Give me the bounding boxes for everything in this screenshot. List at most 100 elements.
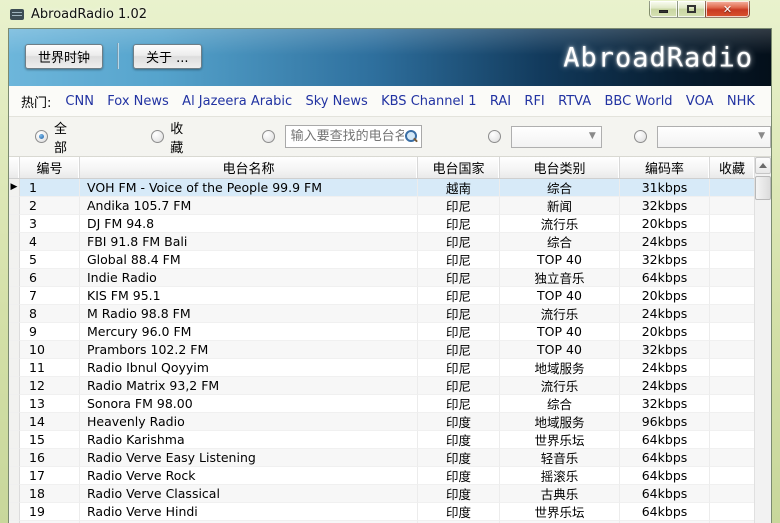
scrollbar-thumb[interactable] xyxy=(755,176,771,200)
maximize-button[interactable] xyxy=(678,1,705,18)
cell-category[interactable]: 综合 xyxy=(500,233,620,251)
table-row[interactable]: 10 Prambors 102.2 FM 印尼 TOP 40 32kbps xyxy=(9,341,754,359)
cell-country[interactable]: 印度 xyxy=(418,503,500,521)
row-selector-cell[interactable] xyxy=(9,323,20,341)
cell-favorite[interactable] xyxy=(710,269,754,287)
cell-country[interactable]: 印尼 xyxy=(418,323,500,341)
radio-category-filter[interactable] xyxy=(633,130,647,143)
cell-id[interactable]: 2 xyxy=(20,197,80,215)
cell-country[interactable]: 印尼 xyxy=(418,197,500,215)
cell-id[interactable]: 16 xyxy=(20,449,80,467)
cell-category[interactable]: TOP 40 xyxy=(500,341,620,359)
cell-favorite[interactable] xyxy=(710,251,754,269)
cell-station-name[interactable]: Radio Verve Hindi xyxy=(80,503,418,521)
filter-all-option[interactable]: 全部 xyxy=(35,118,73,156)
row-selector-cell[interactable] xyxy=(9,377,20,395)
hot-link-voa[interactable]: VOA xyxy=(686,94,714,109)
cell-id[interactable]: 10 xyxy=(20,341,80,359)
vertical-scrollbar[interactable] xyxy=(754,157,771,523)
cell-id[interactable]: 19 xyxy=(20,503,80,521)
cell-station-name[interactable]: Radio Verve Rock xyxy=(80,467,418,485)
cell-id[interactable]: 8 xyxy=(20,305,80,323)
cell-station-name[interactable]: DJ FM 94.8 xyxy=(80,215,418,233)
cell-bitrate[interactable]: 64kbps xyxy=(620,431,710,449)
cell-id[interactable]: 13 xyxy=(20,395,80,413)
table-row[interactable]: 13 Sonora FM 98.00 印尼 综合 32kbps xyxy=(9,395,754,413)
cell-station-name[interactable]: Global 88.4 FM xyxy=(80,251,418,269)
cell-station-name[interactable]: Radio Matrix 93,2 FM xyxy=(80,377,418,395)
row-selector-cell[interactable] xyxy=(9,503,20,521)
cell-bitrate[interactable]: 64kbps xyxy=(620,503,710,521)
cell-category[interactable]: 综合 xyxy=(500,395,620,413)
cell-station-name[interactable]: Mercury 96.0 FM xyxy=(80,323,418,341)
cell-country[interactable]: 越南 xyxy=(418,179,500,197)
cell-category[interactable]: 地域服务 xyxy=(500,359,620,377)
row-selector-cell[interactable] xyxy=(9,485,20,503)
search-input[interactable] xyxy=(290,129,404,144)
row-selector-cell[interactable] xyxy=(9,287,20,305)
row-selector-cell[interactable] xyxy=(9,395,20,413)
table-row[interactable]: 19 Radio Verve Hindi 印度 世界乐坛 64kbps xyxy=(9,503,754,521)
cell-category[interactable]: 独立音乐 xyxy=(500,269,620,287)
cell-country[interactable]: 印度 xyxy=(418,467,500,485)
cell-bitrate[interactable]: 64kbps xyxy=(620,467,710,485)
about-button[interactable]: 关于 ... xyxy=(133,43,202,69)
row-selector-cell[interactable] xyxy=(9,449,20,467)
cell-country[interactable]: 印尼 xyxy=(418,233,500,251)
table-row[interactable]: 5 Global 88.4 FM 印尼 TOP 40 32kbps xyxy=(9,251,754,269)
cell-country[interactable]: 印尼 xyxy=(418,269,500,287)
cell-id[interactable]: 12 xyxy=(20,377,80,395)
cell-station-name[interactable]: VOH FM - Voice of the People 99.9 FM xyxy=(80,179,418,197)
table-row[interactable]: 14 Heavenly Radio 印度 地域服务 96kbps xyxy=(9,413,754,431)
cell-country[interactable]: 印度 xyxy=(418,449,500,467)
cell-station-name[interactable]: Heavenly Radio xyxy=(80,413,418,431)
table-row[interactable]: 7 KIS FM 95.1 印尼 TOP 40 20kbps xyxy=(9,287,754,305)
table-row[interactable]: 9 Mercury 96.0 FM 印尼 TOP 40 20kbps xyxy=(9,323,754,341)
cell-bitrate[interactable]: 20kbps xyxy=(620,287,710,305)
row-selector-cell[interactable] xyxy=(9,413,20,431)
table-row[interactable]: 8 M Radio 98.8 FM 印尼 流行乐 24kbps xyxy=(9,305,754,323)
world-clock-button[interactable]: 世界时钟 xyxy=(25,43,104,69)
cell-bitrate[interactable]: 32kbps xyxy=(620,341,710,359)
radio-search[interactable] xyxy=(261,130,275,143)
row-selector-cell[interactable] xyxy=(9,251,20,269)
cell-favorite[interactable] xyxy=(710,467,754,485)
row-selector-cell[interactable] xyxy=(9,431,20,449)
cell-country[interactable]: 印尼 xyxy=(418,305,500,323)
cell-bitrate[interactable]: 31kbps xyxy=(620,179,710,197)
cell-country[interactable]: 印度 xyxy=(418,431,500,449)
hot-link-bbc-world[interactable]: BBC World xyxy=(604,94,672,109)
header-favorite[interactable]: 收藏 xyxy=(710,157,754,178)
cell-bitrate[interactable]: 20kbps xyxy=(620,215,710,233)
table-row[interactable]: 6 Indie Radio 印尼 独立音乐 64kbps xyxy=(9,269,754,287)
cell-category[interactable]: TOP 40 xyxy=(500,323,620,341)
category-combobox[interactable]: ▼ xyxy=(656,125,771,148)
cell-category[interactable]: 世界乐坛 xyxy=(500,503,620,521)
table-row[interactable]: 15 Radio Karishma 印度 世界乐坛 64kbps xyxy=(9,431,754,449)
cell-id[interactable]: 15 xyxy=(20,431,80,449)
cell-country[interactable]: 印尼 xyxy=(418,377,500,395)
cell-bitrate[interactable]: 32kbps xyxy=(620,197,710,215)
cell-id[interactable]: 11 xyxy=(20,359,80,377)
filter-favorites-option[interactable]: 收藏 xyxy=(151,118,189,156)
cell-id[interactable]: 18 xyxy=(20,485,80,503)
cell-country[interactable]: 印度 xyxy=(418,485,500,503)
cell-bitrate[interactable]: 32kbps xyxy=(620,251,710,269)
row-selector-cell[interactable] xyxy=(9,215,20,233)
hot-link-rtva[interactable]: RTVA xyxy=(558,94,591,109)
cell-id[interactable]: 7 xyxy=(20,287,80,305)
row-selector-cell[interactable]: ▶ xyxy=(9,179,20,197)
cell-id[interactable]: 14 xyxy=(20,413,80,431)
cell-id[interactable]: 3 xyxy=(20,215,80,233)
country-combobox[interactable]: ▼ xyxy=(510,125,602,148)
cell-category[interactable]: 摇滚乐 xyxy=(500,467,620,485)
table-row[interactable]: 17 Radio Verve Rock 印度 摇滚乐 64kbps xyxy=(9,467,754,485)
cell-country[interactable]: 印尼 xyxy=(418,287,500,305)
cell-favorite[interactable] xyxy=(710,197,754,215)
cell-bitrate[interactable]: 96kbps xyxy=(620,413,710,431)
cell-favorite[interactable] xyxy=(710,305,754,323)
cell-category[interactable]: 综合 xyxy=(500,179,620,197)
cell-country[interactable]: 印尼 xyxy=(418,359,500,377)
cell-country[interactable]: 印尼 xyxy=(418,395,500,413)
cell-station-name[interactable]: Indie Radio xyxy=(80,269,418,287)
